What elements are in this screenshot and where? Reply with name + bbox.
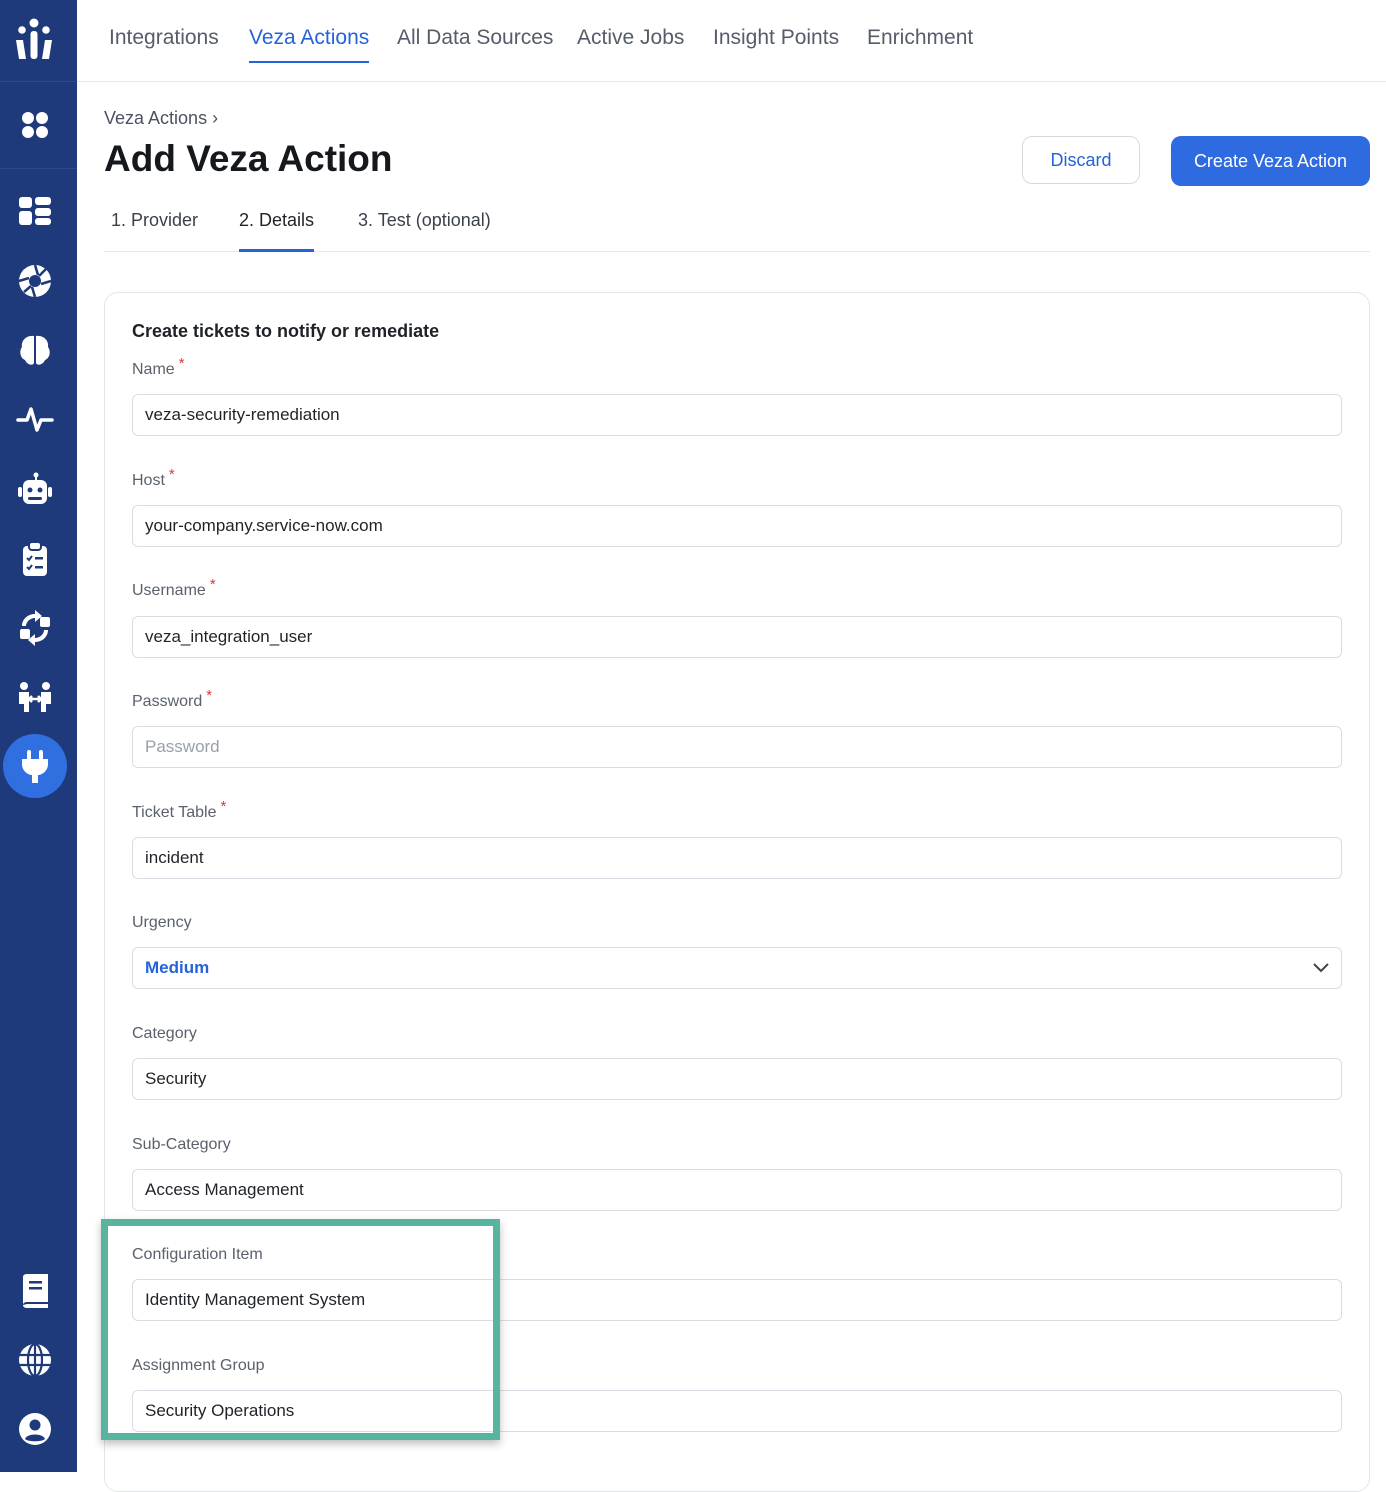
- tab-integrations[interactable]: Integrations: [109, 26, 219, 61]
- urgency-select[interactable]: Medium: [132, 947, 1342, 989]
- veza-logo-icon[interactable]: [0, 0, 77, 82]
- breadcrumb: Veza Actions ›: [104, 108, 218, 129]
- ticket-table-field[interactable]: incident: [132, 837, 1342, 879]
- apps-grid-icon[interactable]: [14, 104, 56, 146]
- username-field[interactable]: veza_integration_user: [132, 616, 1342, 658]
- tab-enrichment[interactable]: Enrichment: [867, 26, 973, 61]
- sub-category-label: Sub-Category: [132, 1136, 231, 1153]
- step-details[interactable]: 2. Details: [239, 210, 315, 252]
- required-mark: *: [178, 355, 185, 372]
- robot-icon[interactable]: [14, 469, 56, 511]
- globe-icon[interactable]: [14, 1339, 56, 1381]
- required-mark: *: [168, 466, 175, 483]
- discard-button[interactable]: Discard: [1022, 136, 1140, 184]
- tab-active-jobs[interactable]: Active Jobs: [577, 26, 684, 61]
- name-field[interactable]: veza-security-remediation: [132, 394, 1342, 436]
- create-veza-action-button[interactable]: Create Veza Action: [1171, 136, 1370, 186]
- step-tabs: 1. Provider 2. Details 3. Test (optional…: [104, 205, 1370, 252]
- required-mark: *: [220, 798, 227, 815]
- plug-icon[interactable]: [3, 734, 67, 798]
- category-label: Category: [132, 1025, 197, 1042]
- clipboard-icon[interactable]: [14, 538, 56, 580]
- tab-insight-points[interactable]: Insight Points: [713, 26, 839, 61]
- highlight-box: [101, 1219, 500, 1440]
- form-title: Create tickets to notify or remediate: [132, 321, 440, 341]
- book-icon[interactable]: [14, 1270, 56, 1312]
- urgency-selected-value: Medium: [145, 958, 210, 977]
- tab-all-data-sources[interactable]: All Data Sources: [397, 26, 553, 61]
- urgency-label: Urgency: [132, 914, 192, 931]
- sidebar: [0, 0, 77, 1472]
- username-label: Username *: [132, 576, 216, 599]
- sub-category-field[interactable]: Access Management: [132, 1169, 1342, 1211]
- shutter-icon[interactable]: [14, 260, 56, 302]
- category-field[interactable]: Security: [132, 1058, 1342, 1100]
- breadcrumb-veza-actions[interactable]: Veza Actions: [104, 108, 207, 128]
- user-circle-icon[interactable]: [14, 1408, 56, 1450]
- host-label: Host *: [132, 466, 175, 489]
- step-test[interactable]: 3. Test (optional): [358, 210, 491, 249]
- dashboard-icon[interactable]: [14, 190, 56, 232]
- page-title: Add Veza Action: [104, 138, 393, 179]
- sync-icon[interactable]: [14, 607, 56, 649]
- name-label: Name *: [132, 355, 185, 378]
- password-label: Password *: [132, 687, 213, 710]
- required-mark: *: [206, 687, 213, 704]
- breadcrumb-separator: ›: [212, 108, 219, 128]
- tab-veza-actions[interactable]: Veza Actions: [249, 26, 370, 63]
- host-field[interactable]: your-company.service-now.com: [132, 505, 1342, 547]
- password-field[interactable]: Password: [132, 726, 1342, 768]
- step-provider[interactable]: 1. Provider: [111, 210, 198, 249]
- chevron-down-icon: [1313, 963, 1329, 973]
- access-transfer-icon[interactable]: [14, 676, 56, 718]
- sidebar-divider: [0, 168, 77, 169]
- ticket-table-label: Ticket Table *: [132, 798, 227, 821]
- required-mark: *: [209, 576, 216, 593]
- brain-icon[interactable]: [14, 329, 56, 371]
- activity-pulse-icon[interactable]: [14, 398, 56, 440]
- top-navigation: Integrations Veza Actions All Data Sourc…: [77, 0, 1386, 82]
